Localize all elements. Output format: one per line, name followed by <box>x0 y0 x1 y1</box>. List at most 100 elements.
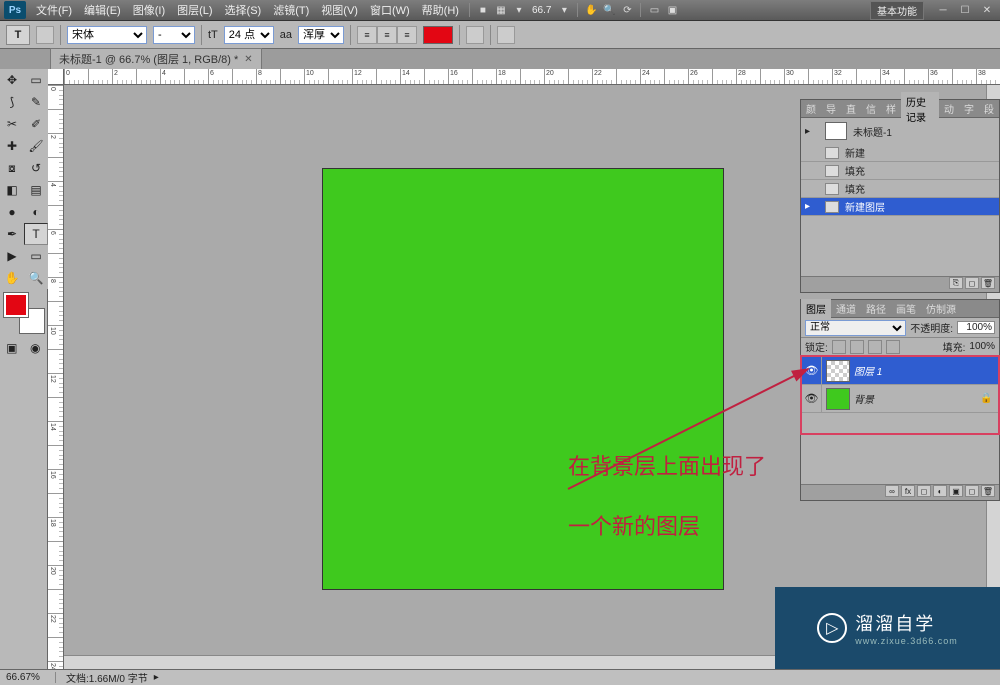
create-document-button[interactable]: ⎘ <box>949 277 963 289</box>
panel-tab[interactable]: 导 <box>821 99 841 118</box>
layer-name[interactable]: 图层 1 <box>854 363 998 378</box>
menu-layer[interactable]: 图层(L) <box>171 2 218 18</box>
eyedropper-tool[interactable]: ✐ <box>24 113 48 135</box>
align-right-button[interactable]: ≡ <box>397 26 417 44</box>
document-tab[interactable]: 未标题-1 @ 66.7% (图层 1, RGB/8) * ✕ <box>50 48 262 69</box>
font-style-select[interactable]: - <box>153 26 195 44</box>
panel-tab[interactable]: 字 <box>959 99 979 118</box>
align-left-button[interactable]: ≡ <box>357 26 377 44</box>
dodge-tool[interactable]: ◐ <box>24 201 48 223</box>
menu-help[interactable]: 帮助(H) <box>416 2 465 18</box>
dropdown-icon[interactable]: ▾ <box>510 3 528 17</box>
history-step[interactable]: 填充 <box>801 162 999 180</box>
rotate-icon[interactable]: ⟳ <box>618 3 636 17</box>
new-snapshot-button[interactable]: ◻ <box>965 277 979 289</box>
align-center-button[interactable]: ≡ <box>377 26 397 44</box>
path-select-tool[interactable]: ▶ <box>0 245 24 267</box>
lock-transparency-button[interactable] <box>832 340 846 354</box>
layer-row[interactable]: 👁 图层 1 <box>802 357 998 385</box>
antialias-select[interactable]: 浑厚 <box>298 26 344 44</box>
fill-value[interactable]: 100% <box>969 341 995 352</box>
history-step[interactable]: ▸ 新建图层 <box>801 198 999 216</box>
link-layers-button[interactable]: ∞ <box>885 485 899 497</box>
panel-tab[interactable]: 信 <box>861 99 881 118</box>
panel-tab-clone[interactable]: 仿制源 <box>921 299 961 318</box>
panel-tab[interactable]: 颜 <box>801 99 821 118</box>
new-group-button[interactable]: ▣ <box>949 485 963 497</box>
healing-tool[interactable]: ✚ <box>0 135 24 157</box>
status-zoom[interactable]: 66.67% <box>0 672 56 683</box>
font-size-select[interactable]: 24 点 <box>224 26 274 44</box>
arrange-icon[interactable]: ▭ <box>645 3 663 17</box>
text-color-swatch[interactable] <box>423 26 453 44</box>
layer-thumb[interactable] <box>826 388 850 410</box>
history-brush-tool[interactable]: ↺ <box>24 157 48 179</box>
close-icon[interactable]: ✕ <box>978 3 996 17</box>
panel-tab[interactable]: 样 <box>881 99 901 118</box>
blend-mode-select[interactable]: 正常 <box>805 320 906 336</box>
panel-tab[interactable]: 动 <box>939 99 959 118</box>
pen-tool[interactable]: ✒ <box>0 223 24 245</box>
adjustment-layer-button[interactable]: ◐ <box>933 485 947 497</box>
hand-icon[interactable]: ✋ <box>582 3 600 17</box>
stamp-tool[interactable]: ⧇ <box>0 157 24 179</box>
font-family-select[interactable]: 宋体 <box>67 26 147 44</box>
eraser-tool[interactable]: ◧ <box>0 179 24 201</box>
crop-tool[interactable]: ✂ <box>0 113 24 135</box>
brush-tool[interactable]: 🖌 <box>24 135 48 157</box>
delete-state-button[interactable]: 🗑 <box>981 277 995 289</box>
warp-text-button[interactable] <box>466 26 484 44</box>
lasso-tool[interactable]: ⟆ <box>0 91 24 113</box>
quick-select-tool[interactable]: ✎ <box>24 91 48 113</box>
view-extras-icon[interactable]: ▦ <box>492 3 510 17</box>
shape-tool[interactable]: ▭ <box>24 245 48 267</box>
ruler-origin[interactable] <box>48 69 64 85</box>
character-panel-button[interactable] <box>497 26 515 44</box>
layer-style-button[interactable]: fx <box>901 485 915 497</box>
history-snapshot[interactable]: ▸ 未标题-1 <box>801 118 999 144</box>
maximize-icon[interactable]: ☐ <box>956 3 974 17</box>
layer-thumb[interactable] <box>826 360 850 382</box>
layer-name[interactable]: 背景 <box>854 391 980 406</box>
foreground-color-swatch[interactable] <box>4 293 28 317</box>
panel-tab-paths[interactable]: 路径 <box>861 299 891 318</box>
lock-all-button[interactable] <box>886 340 900 354</box>
lock-position-button[interactable] <box>868 340 882 354</box>
zoom-tool[interactable]: 🔍 <box>24 267 48 289</box>
vertical-ruler[interactable]: 0246810121416182022242628 <box>48 85 64 669</box>
workspace-selector[interactable]: 基本功能 <box>870 1 924 20</box>
status-doc-info[interactable]: 文档:1.66M/0 字节 <box>56 670 148 685</box>
chevron-right-icon[interactable]: ▸ <box>154 672 159 683</box>
standard-mode-button[interactable]: ▣ <box>0 337 24 359</box>
quickmask-mode-button[interactable]: ◉ <box>24 337 48 359</box>
menu-image[interactable]: 图像(I) <box>127 2 171 18</box>
new-layer-button[interactable]: ◻ <box>965 485 979 497</box>
delete-layer-button[interactable]: 🗑 <box>981 485 995 497</box>
add-mask-button[interactable]: ◻ <box>917 485 931 497</box>
opacity-value[interactable]: 100% <box>957 321 995 334</box>
screen-mode-icon[interactable]: ▣ <box>663 3 681 17</box>
panel-tab-brushes[interactable]: 画笔 <box>891 299 921 318</box>
minimize-icon[interactable]: ─ <box>934 3 952 17</box>
hand-tool[interactable]: ✋ <box>0 267 24 289</box>
history-step[interactable]: 新建 <box>801 144 999 162</box>
menu-select[interactable]: 选择(S) <box>219 2 268 18</box>
type-tool[interactable]: T <box>24 223 48 245</box>
menu-view[interactable]: 视图(V) <box>315 2 364 18</box>
launch-bridge-icon[interactable]: ■ <box>474 3 492 17</box>
toggle-orientation-icon[interactable] <box>36 26 54 44</box>
history-step[interactable]: 填充 <box>801 180 999 198</box>
panel-tab-layers[interactable]: 图层 <box>801 299 831 318</box>
current-tool-icon[interactable]: T <box>6 25 30 45</box>
panel-tab-channels[interactable]: 通道 <box>831 299 861 318</box>
panel-tab[interactable]: 直 <box>841 99 861 118</box>
tab-close-icon[interactable]: ✕ <box>244 54 252 65</box>
menu-filter[interactable]: 滤镜(T) <box>267 2 315 18</box>
lock-pixels-button[interactable] <box>850 340 864 354</box>
menu-window[interactable]: 窗口(W) <box>364 2 416 18</box>
gradient-tool[interactable]: ▤ <box>24 179 48 201</box>
panel-tab-history[interactable]: 历史记录 <box>901 92 939 126</box>
marquee-tool[interactable]: ▭ <box>24 69 48 91</box>
dropdown-icon[interactable]: ▾ <box>555 3 573 17</box>
zoom-icon[interactable]: 🔍 <box>600 3 618 17</box>
